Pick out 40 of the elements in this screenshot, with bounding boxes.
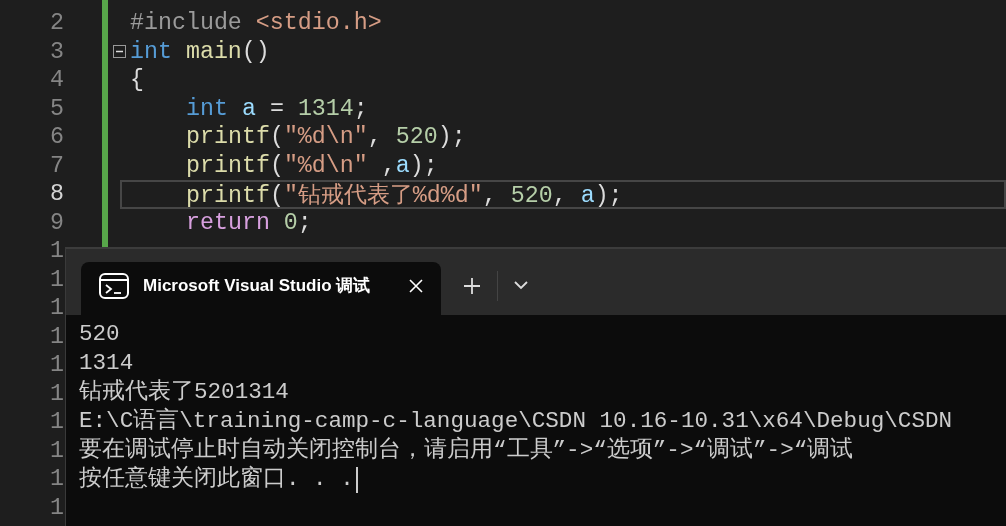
code-line: printf("%d\n" ,a); <box>186 152 438 179</box>
console-output-line: 钻戒代表了5201314 <box>79 378 289 407</box>
line-number: 1 <box>49 465 64 494</box>
line-number: 3 <box>49 37 64 66</box>
tab-title: Microsoft Visual Studio 调试 <box>143 275 372 297</box>
text-cursor <box>355 466 358 493</box>
line-number: 1 <box>49 408 64 437</box>
code-line: int main() <box>130 38 270 65</box>
code-line: { <box>130 67 144 94</box>
console-tab[interactable]: Microsoft Visual Studio 调试 <box>81 262 441 315</box>
console-output-line: 520 <box>79 320 120 349</box>
line-number: 1 <box>49 265 64 294</box>
add-tab-icon[interactable] <box>463 276 481 295</box>
line-number: 1 <box>49 436 64 465</box>
terminal-icon <box>99 272 129 299</box>
line-number: 7 <box>49 151 64 180</box>
console-output-line: 1314 <box>79 349 134 378</box>
line-number: 1 <box>49 322 64 351</box>
line-number: 1 <box>49 493 64 522</box>
code-line: #include <stdio.h> <box>130 10 382 37</box>
line-number: 8 <box>49 180 64 209</box>
line-number: 9 <box>49 208 64 237</box>
line-number: 4 <box>49 66 64 95</box>
code-line: printf("%d\n", 520); <box>186 124 466 151</box>
line-number: 6 <box>49 123 64 152</box>
line-number: 1 <box>49 237 64 266</box>
line-number: 2 <box>49 9 64 38</box>
console-output-line: 要在调试停止时自动关闭控制台，请启用“工具”->“选项”->“调试”->“调试 <box>79 436 854 465</box>
console-output-line: 按任意键关闭此窗口. . . <box>79 465 354 494</box>
line-number: 5 <box>49 94 64 123</box>
code-line: return 0; <box>186 209 312 236</box>
close-icon[interactable] <box>409 278 423 293</box>
collapse-icon[interactable] <box>112 45 126 59</box>
code-line: printf("钻戒代表了%d%d", 520, a); <box>186 181 623 210</box>
line-number: 1 <box>49 379 64 408</box>
line-number: 1 <box>49 351 64 380</box>
console-output-line: E:\C语言\training-camp-c-language\CSDN 10.16-10.31\x64\Debug\CSDN <box>79 407 953 436</box>
code-line: int a = 1314; <box>186 95 368 122</box>
line-number: 1 <box>49 294 64 323</box>
dropdown-icon[interactable] <box>514 281 528 290</box>
